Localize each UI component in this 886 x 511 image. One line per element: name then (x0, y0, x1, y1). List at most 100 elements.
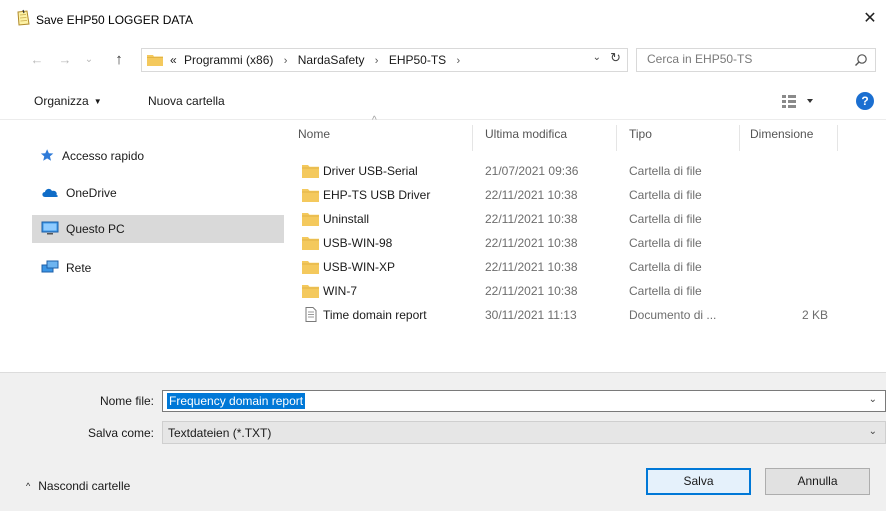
column-header-size[interactable]: Dimensione (750, 127, 813, 153)
file-size: 2 KB (801, 308, 828, 322)
file-modified: 22/11/2021 10:38 (485, 284, 578, 298)
folder-icon (302, 237, 319, 250)
hide-folders-label: Nascondi cartelle (38, 479, 131, 493)
dropdown-caret-icon: ▼ (93, 97, 102, 106)
file-type: Cartella di file (629, 284, 702, 298)
savetype-value: Textdateien (*.TXT) (168, 426, 272, 440)
file-modified: 22/11/2021 10:38 (485, 236, 578, 250)
file-name: USB-WIN-98 (323, 236, 393, 250)
list-item[interactable]: Time domain report 30/11/2021 11:13 Docu… (294, 303, 834, 327)
navigation-bar: ← → ⌄ ↑ « Programmi (x86) › NardaSafety … (0, 42, 886, 80)
hide-folders-button[interactable]: ^ Nascondi cartelle (26, 479, 130, 493)
save-form-panel: Nome file: Frequency domain report ⌄ Sal… (0, 372, 886, 511)
new-folder-button[interactable]: Nuova cartella (148, 94, 225, 108)
help-icon[interactable]: ? (856, 92, 874, 110)
sidebar-item-label: Questo PC (66, 222, 125, 236)
view-options-icon[interactable] (780, 93, 818, 109)
sidebar-item-quick-access[interactable]: Accesso rapido (40, 142, 292, 170)
app-icon (17, 9, 30, 26)
savetype-label: Salva come: (87, 426, 154, 440)
filename-field[interactable]: Frequency domain report ⌄ (162, 390, 886, 412)
file-type: Cartella di file (629, 260, 702, 274)
sidebar-item-network[interactable]: Rete (40, 254, 292, 282)
breadcrumb-overflow[interactable]: « (170, 53, 177, 67)
sidebar-item-label: Rete (66, 261, 92, 275)
folder-icon (302, 213, 319, 226)
file-list: ^ Nome Ultima modifica Tipo Dimensione D… (284, 115, 886, 372)
cloud-icon (42, 188, 58, 197)
column-divider[interactable] (472, 125, 473, 151)
column-divider[interactable] (739, 125, 740, 151)
savetype-select[interactable]: Textdateien (*.TXT) ⌄ (162, 421, 886, 444)
search-box (636, 48, 876, 72)
address-dropdown-icon[interactable]: ⌄ (593, 52, 601, 63)
cancel-button[interactable]: Annulla (765, 468, 870, 495)
breadcrumb-separator-icon[interactable]: › (375, 55, 379, 67)
list-item[interactable]: Uninstall 22/11/2021 10:38 Cartella di f… (294, 207, 834, 231)
refresh-icon[interactable]: ↻ (610, 50, 621, 66)
forward-arrow-icon[interactable]: → (56, 51, 74, 69)
up-arrow-icon[interactable]: ↑ (110, 51, 128, 69)
back-arrow-icon[interactable]: ← (28, 51, 46, 69)
list-item[interactable]: WIN-7 22/11/2021 10:38 Cartella di file (294, 279, 834, 303)
sidebar-item-label: OneDrive (66, 186, 117, 200)
breadcrumb: « Programmi (x86) › NardaSafety › EHP50-… (170, 53, 467, 67)
file-name: Uninstall (323, 212, 370, 226)
file-name: EHP-TS USB Driver (323, 188, 431, 202)
folder-icon (302, 261, 319, 274)
title-bar: Save EHP50 LOGGER DATA ✕ (0, 0, 886, 42)
chevron-up-icon: ^ (26, 481, 31, 491)
file-name: WIN-7 (323, 284, 357, 298)
breadcrumb-item-ehp50-ts[interactable]: EHP50-TS (389, 53, 446, 67)
list-item[interactable]: Driver USB-Serial 21/07/2021 09:36 Carte… (294, 159, 834, 183)
breadcrumb-item-programmi[interactable]: Programmi (x86) (184, 53, 273, 67)
close-icon[interactable]: ✕ (854, 5, 886, 33)
document-icon (305, 307, 317, 322)
computer-icon (41, 221, 59, 235)
search-input[interactable] (647, 52, 837, 66)
column-divider[interactable] (837, 125, 838, 151)
column-header-name[interactable]: Nome (298, 127, 330, 153)
filename-value[interactable]: Frequency domain report (167, 393, 306, 409)
folder-icon (302, 165, 319, 178)
filename-dropdown-icon[interactable]: ⌄ (869, 394, 877, 405)
file-modified: 22/11/2021 10:38 (485, 260, 578, 274)
file-type: Cartella di file (629, 188, 702, 202)
savetype-dropdown-icon[interactable]: ⌄ (869, 426, 877, 437)
file-modified: 30/11/2021 11:13 (485, 308, 577, 322)
command-toolbar: Organizza ▼ Nuova cartella ? (0, 80, 886, 120)
recent-locations-chevron-icon[interactable]: ⌄ (80, 51, 98, 69)
file-type: Cartella di file (629, 164, 702, 178)
column-header-type[interactable]: Tipo (629, 127, 652, 153)
list-item[interactable]: USB-WIN-98 22/11/2021 10:38 Cartella di … (294, 231, 834, 255)
file-type: Cartella di file (629, 212, 702, 226)
organize-label: Organizza (34, 94, 89, 108)
file-type: Cartella di file (629, 236, 702, 250)
navigation-pane: Accesso rapido OneDrive Questo PC Rete (0, 121, 284, 372)
sort-ascending-icon: ^ (372, 115, 377, 126)
address-bar[interactable]: « Programmi (x86) › NardaSafety › EHP50-… (141, 48, 628, 72)
sidebar-item-label: Accesso rapido (62, 149, 145, 163)
sidebar-item-this-pc[interactable]: Questo PC (32, 215, 284, 243)
file-name: Time domain report (323, 308, 427, 322)
column-divider[interactable] (616, 125, 617, 151)
sidebar-item-onedrive[interactable]: OneDrive (40, 179, 292, 207)
folder-icon (147, 55, 163, 66)
list-item[interactable]: EHP-TS USB Driver 22/11/2021 10:38 Carte… (294, 183, 834, 207)
file-modified: 22/11/2021 10:38 (485, 188, 578, 202)
file-modified: 21/07/2021 09:36 (485, 164, 579, 178)
list-item[interactable]: USB-WIN-XP 22/11/2021 10:38 Cartella di … (294, 255, 834, 279)
filename-label: Nome file: (99, 394, 154, 408)
save-button[interactable]: Salva (646, 468, 751, 495)
breadcrumb-separator-icon[interactable]: › (284, 55, 288, 67)
search-icon[interactable] (854, 53, 868, 67)
breadcrumb-separator-icon[interactable]: › (457, 55, 461, 67)
organize-menu-button[interactable]: Organizza ▼ (34, 94, 102, 108)
folder-icon (302, 285, 319, 298)
file-name: Driver USB-Serial (323, 164, 418, 178)
breadcrumb-item-nardasafety[interactable]: NardaSafety (298, 53, 365, 67)
file-modified: 22/11/2021 10:38 (485, 212, 578, 226)
folder-icon (302, 189, 319, 202)
window-title: Save EHP50 LOGGER DATA (36, 13, 193, 27)
column-header-modified[interactable]: Ultima modifica (485, 127, 567, 153)
